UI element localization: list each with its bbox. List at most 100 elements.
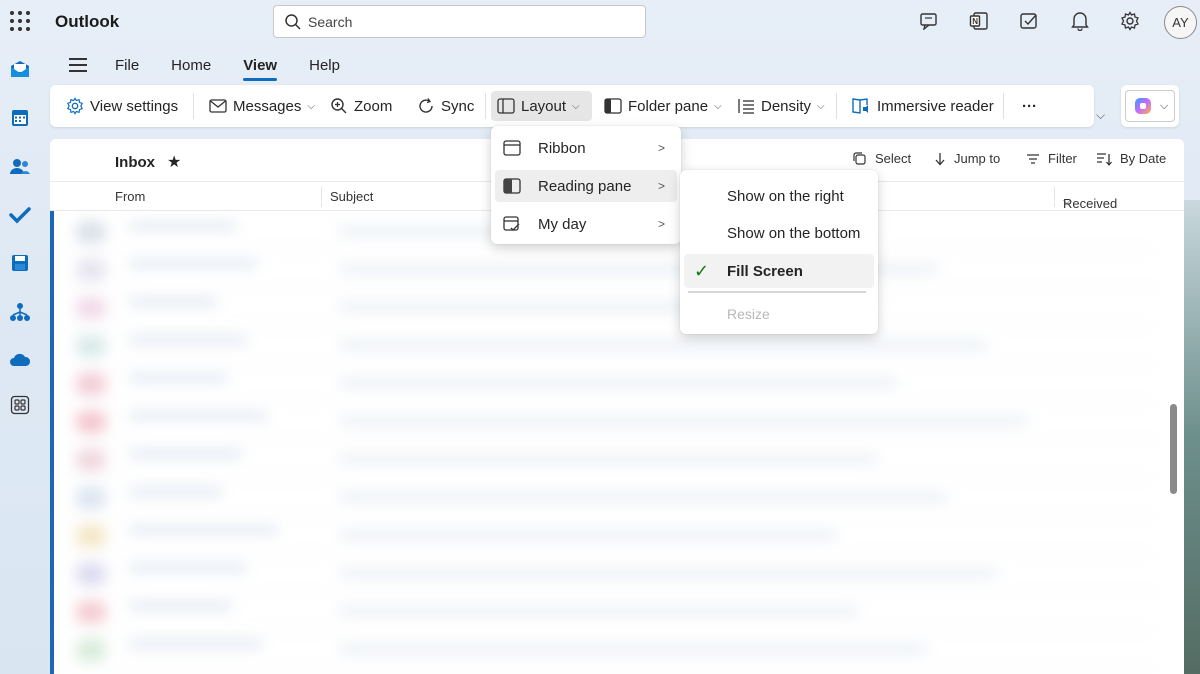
select-label: Select xyxy=(875,151,912,166)
menu-item-label: Ribbon xyxy=(538,139,586,157)
tab-file[interactable]: File xyxy=(115,57,139,74)
option-label: Resize xyxy=(727,306,770,322)
apps-icon[interactable] xyxy=(9,394,31,416)
org-icon[interactable] xyxy=(9,301,31,323)
menu-item-label: My day xyxy=(538,215,587,233)
app-launcher-icon[interactable] xyxy=(10,11,30,31)
list-item[interactable] xyxy=(58,555,1164,593)
ribbon-divider xyxy=(193,93,194,119)
ribbon-expand-chevron-icon[interactable]: ⌵ xyxy=(1096,108,1105,123)
menu-divider xyxy=(688,291,866,293)
chevron-right-icon: > xyxy=(657,217,665,231)
layout-label: Layout xyxy=(521,97,567,115)
option-fill-screen[interactable]: ✓ Fill Screen xyxy=(684,254,874,288)
scrollbar-thumb[interactable] xyxy=(1170,404,1177,494)
list-item[interactable] xyxy=(58,289,1164,327)
folder-pane-button[interactable]: Folder pane ⌵ xyxy=(598,91,728,121)
feedback-icon[interactable] xyxy=(918,10,940,32)
todo-icon[interactable] xyxy=(9,204,31,226)
chevron-right-icon: > xyxy=(657,141,665,155)
list-item[interactable] xyxy=(58,517,1164,555)
folder-title: Inbox ★ xyxy=(115,152,181,172)
density-label: Density xyxy=(761,97,812,115)
copilot-button[interactable]: ⌵ xyxy=(1121,85,1179,127)
sort-icon xyxy=(1097,152,1112,166)
sort-label: By Date xyxy=(1120,151,1167,166)
column-from[interactable]: From xyxy=(115,189,145,204)
favorite-star-icon[interactable]: ★ xyxy=(167,152,181,172)
avatar-initials: AY xyxy=(1172,15,1189,30)
menu-item-reading-pane[interactable]: Reading pane > xyxy=(495,170,677,202)
view-settings-button[interactable]: View settings xyxy=(60,91,184,121)
tab-help[interactable]: Help xyxy=(309,57,340,74)
people-icon[interactable] xyxy=(9,156,31,178)
messages-label: Messages xyxy=(233,97,302,115)
app-title: Outlook xyxy=(55,12,120,31)
wallpaper-edge xyxy=(1184,200,1200,674)
layout-button[interactable]: Layout ⌵ xyxy=(491,91,592,121)
list-item[interactable] xyxy=(58,251,1164,289)
reading-pane-submenu: Show on the right Show on the bottom ✓ F… xyxy=(680,170,878,334)
avatar[interactable]: AY xyxy=(1164,6,1197,39)
chevron-down-icon: ⌵ xyxy=(1160,99,1169,112)
density-button[interactable]: Density ⌵ xyxy=(731,91,831,121)
ribbon-divider xyxy=(836,93,837,119)
unread-indicator-bar xyxy=(50,211,54,674)
option-resize: Resize xyxy=(684,297,874,331)
chevron-down-icon: ⌵ xyxy=(307,100,315,112)
filter-button[interactable]: Filter xyxy=(1026,151,1077,166)
bell-icon[interactable] xyxy=(1069,10,1091,32)
sort-button[interactable]: By Date xyxy=(1096,151,1166,166)
zoom-button[interactable]: Zoom xyxy=(324,91,398,121)
immersive-reader-button[interactable]: Immersive reader xyxy=(845,91,1000,121)
zoom-icon xyxy=(331,98,347,114)
gear-icon xyxy=(66,97,84,115)
folder-pane-icon xyxy=(604,98,622,114)
layout-icon xyxy=(497,98,515,114)
checkmark-icon: ✓ xyxy=(694,260,710,281)
list-item[interactable] xyxy=(58,631,1164,669)
jump-to-label: Jump to xyxy=(954,151,1001,166)
messages-button[interactable]: Messages ⌵ xyxy=(203,91,321,121)
list-item[interactable] xyxy=(58,479,1164,517)
gear-icon[interactable] xyxy=(1119,10,1141,32)
option-show-on-bottom[interactable]: Show on the bottom xyxy=(684,216,874,250)
list-item[interactable] xyxy=(58,327,1164,365)
chevron-down-icon: ⌵ xyxy=(572,100,580,112)
list-item[interactable] xyxy=(58,403,1164,441)
search-input[interactable]: Search xyxy=(273,5,646,38)
option-label: Show on the bottom xyxy=(727,224,861,242)
sync-label: Sync xyxy=(441,97,475,115)
save-icon[interactable] xyxy=(9,252,31,274)
onenote-icon[interactable]: N xyxy=(968,10,990,32)
layout-menu: Ribbon > Reading pane > My day > xyxy=(491,126,681,244)
arrow-down-icon xyxy=(935,152,945,165)
todo-note-icon[interactable] xyxy=(1018,10,1040,32)
column-divider[interactable] xyxy=(1054,187,1055,207)
svg-text:N: N xyxy=(972,17,978,26)
onedrive-icon[interactable] xyxy=(9,349,31,371)
list-item[interactable] xyxy=(58,593,1164,631)
more-options-button[interactable]: ··· xyxy=(1016,91,1043,121)
filter-icon xyxy=(1027,153,1039,164)
menu-item-my-day[interactable]: My day > xyxy=(495,208,677,240)
ribbon-divider xyxy=(1003,93,1004,119)
tab-view[interactable]: View xyxy=(243,57,277,81)
ribbon-divider xyxy=(485,93,486,119)
jump-to-button[interactable]: Jump to xyxy=(934,151,1000,166)
hamburger-icon[interactable] xyxy=(69,58,89,72)
option-show-on-right[interactable]: Show on the right xyxy=(684,179,874,213)
chevron-down-icon: ⌵ xyxy=(714,100,722,112)
select-icon xyxy=(853,151,866,165)
menu-item-ribbon[interactable]: Ribbon > xyxy=(495,132,677,164)
tab-home[interactable]: Home xyxy=(171,57,211,74)
calendar-icon[interactable] xyxy=(9,107,31,129)
list-item[interactable] xyxy=(58,441,1164,479)
list-item[interactable] xyxy=(58,365,1164,403)
column-divider[interactable] xyxy=(321,187,322,207)
sync-button[interactable]: Sync xyxy=(411,91,480,121)
mail-icon[interactable] xyxy=(9,58,31,80)
select-button[interactable]: Select xyxy=(853,151,911,166)
column-subject[interactable]: Subject xyxy=(330,189,373,204)
immersive-reader-icon xyxy=(852,98,868,114)
